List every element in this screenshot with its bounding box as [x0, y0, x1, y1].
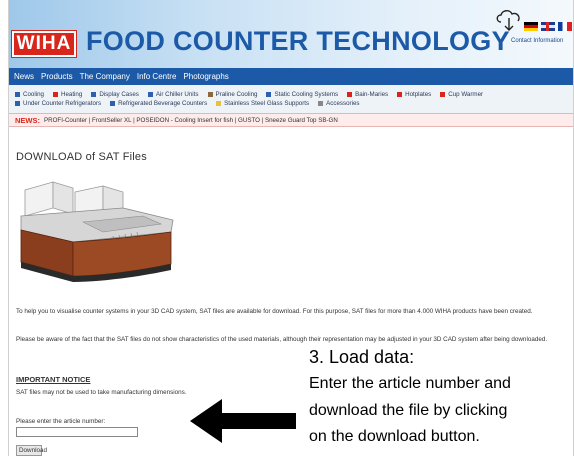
arrow-left-icon [190, 399, 296, 443]
annotation-line-2: download the file by clicking [309, 402, 508, 419]
category-label: Stainless Steel Glass Supports [224, 100, 310, 107]
site-title: FOOD COUNTER TECHNOLOGY [86, 26, 510, 56]
download-button[interactable]: Download [16, 445, 47, 456]
category-item[interactable]: Praline Cooling [207, 91, 258, 98]
category-label: Cup Warmer [448, 91, 484, 98]
category-square-icon [110, 101, 116, 106]
news-ticker: NEWS: PROFI-Counter | FrontSeller XL | P… [9, 113, 573, 127]
category-item[interactable]: Under Counter Refrigerators [15, 100, 101, 107]
category-label: Static Cooling Systems [274, 91, 339, 98]
article-number-label: Please enter the article number: [16, 418, 106, 425]
category-label: Praline Cooling [215, 91, 258, 98]
category-item[interactable]: Cup Warmer [440, 91, 483, 98]
category-label: Refrigerated Beverage Counters [118, 100, 208, 107]
category-square-icon [397, 92, 403, 97]
cloud-download-icon[interactable] [494, 8, 524, 34]
news-items[interactable]: PROFI-Counter | FrontSeller XL | POSEIDO… [44, 117, 338, 124]
category-label: Accessories [326, 100, 360, 107]
category-label: Cooling [23, 91, 44, 98]
category-square-icon [52, 92, 58, 97]
category-label: Display Cases [99, 91, 139, 98]
annotation-line-3: on the download button. [309, 428, 480, 445]
contact-information-link[interactable]: Contact Information [511, 38, 563, 44]
page-heading: DOWNLOAD of SAT Files [16, 151, 147, 163]
category-label: Air Chiller Units [155, 91, 199, 98]
category-square-icon [347, 92, 353, 97]
nav-the-company[interactable]: The Company [80, 72, 130, 81]
category-item[interactable]: Accessories [318, 100, 359, 107]
wiha-logo[interactable]: WIHA [11, 30, 77, 58]
category-label: Hotplates [405, 91, 432, 98]
annotation-title: 3. Load data: [309, 347, 415, 367]
page: WIHA FOOD COUNTER TECHNOLOGY Contact Inf… [8, 0, 574, 456]
category-square-icon [266, 92, 272, 97]
nav-products[interactable]: Products [41, 72, 73, 81]
category-item[interactable]: Static Cooling Systems [266, 91, 338, 98]
category-square-icon [147, 92, 153, 97]
category-square-icon [216, 101, 222, 106]
article-number-input[interactable] [16, 427, 138, 437]
flag-france-icon[interactable] [558, 22, 572, 31]
annotation-line-1: Enter the article number and [309, 375, 511, 392]
category-row: Cooling Heating Display Cases Air Chiller U… [15, 90, 569, 99]
category-square-icon [318, 101, 324, 106]
important-notice-text: SAT files may not be used to take manufa… [16, 389, 187, 396]
nav-photographs[interactable]: Photographs [183, 72, 228, 81]
language-flags [524, 22, 572, 31]
category-square-icon [15, 101, 20, 106]
food-counter-image [20, 181, 174, 282]
category-label: Heating [60, 91, 83, 98]
category-item[interactable]: Cooling [15, 91, 44, 98]
category-square-icon [15, 92, 20, 97]
news-label: NEWS: [15, 115, 40, 125]
main-nav: News Products The Company Info Centre Ph… [9, 68, 573, 85]
category-item[interactable]: Refrigerated Beverage Counters [110, 100, 207, 107]
category-bar: Cooling Heating Display Cases Air Chiller U… [9, 85, 573, 113]
category-item[interactable]: Stainless Steel Glass Supports [216, 100, 309, 107]
nav-news[interactable]: News [14, 72, 34, 81]
materials-paragraph: Please be aware of the fact that the SAT… [16, 336, 548, 343]
category-item[interactable]: Heating [52, 91, 83, 98]
important-notice-heading: IMPORTANT NOTICE [16, 375, 91, 384]
flag-germany-icon[interactable] [524, 22, 538, 31]
category-row: Under Counter Refrigerators Refrigerated … [15, 99, 569, 108]
category-item[interactable]: Display Cases [91, 91, 139, 98]
category-label: Under Counter Refrigerators [23, 100, 102, 107]
intro-paragraph: To help you to visualise counter systems… [16, 308, 533, 315]
category-item[interactable]: Bain-Maries [347, 91, 388, 98]
category-label: Bain-Maries [355, 91, 389, 98]
flag-uk-icon[interactable] [541, 22, 555, 31]
nav-info-centre[interactable]: Info Centre [137, 72, 177, 81]
category-item[interactable]: Air Chiller Units [147, 91, 199, 98]
category-item[interactable]: Hotplates [397, 91, 431, 98]
category-square-icon [440, 92, 446, 97]
category-square-icon [91, 92, 97, 97]
category-square-icon [207, 92, 213, 97]
site-header: WIHA FOOD COUNTER TECHNOLOGY Contact Inf… [9, 0, 573, 68]
